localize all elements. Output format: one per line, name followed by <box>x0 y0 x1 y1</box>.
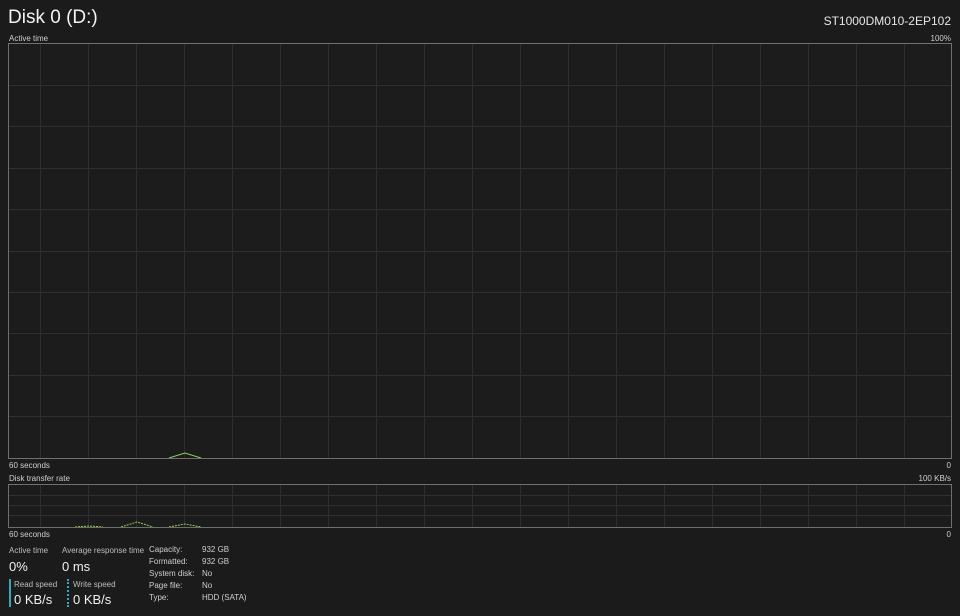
disk-model: ST1000DM010-2EP102 <box>823 14 951 28</box>
transfer-rate-graph-time-label: 60 seconds <box>9 530 50 539</box>
active-time-graph-canvas <box>9 44 951 458</box>
active-time-stat-value: 0% <box>9 559 28 574</box>
read-speed-value: 0 KB/s <box>14 592 53 607</box>
transfer-rate-graph-max: 100 KB/s <box>918 474 951 483</box>
capacity-value: 932 GB <box>202 545 230 554</box>
active-time-stat-label: Active time <box>9 546 49 555</box>
page-file-label: Page file: <box>149 581 183 590</box>
write-speed-label: Write speed <box>73 580 116 589</box>
formatted-value: 932 GB <box>202 557 230 566</box>
type-label: Type: <box>149 593 169 602</box>
transfer-rate-grid <box>9 485 951 527</box>
avg-response-stat-value: 0 ms <box>62 559 91 574</box>
disk-title: Disk 0 (D:) <box>8 7 98 28</box>
read-speed-indicator <box>9 579 11 607</box>
active-time-grid <box>9 44 951 458</box>
read-speed-label: Read speed <box>14 580 58 589</box>
active-time-graph-time-label: 60 seconds <box>9 461 50 470</box>
active-time-graph-min: 0 <box>946 461 951 470</box>
disk-properties: Capacity: 932 GB Formatted: 932 GB Syste… <box>149 545 247 602</box>
page-file-value: No <box>202 581 213 590</box>
avg-response-stat-label: Average response time <box>62 546 145 555</box>
transfer-rate-graph-label: Disk transfer rate <box>9 474 70 483</box>
transfer-rate-graph-canvas <box>9 485 951 527</box>
active-time-graph-max: 100% <box>930 34 951 43</box>
transfer-rate-graph-min: 0 <box>946 530 951 539</box>
formatted-label: Formatted: <box>149 557 188 566</box>
system-disk-value: No <box>202 569 213 578</box>
active-time-graph-label: Active time <box>9 34 49 43</box>
active-time-graph <box>8 43 952 459</box>
transfer-rate-graph <box>8 484 952 528</box>
system-disk-label: System disk: <box>149 569 195 578</box>
write-speed-value: 0 KB/s <box>73 592 112 607</box>
type-value: HDD (SATA) <box>202 593 247 602</box>
write-speed-indicator <box>67 579 69 607</box>
capacity-label: Capacity: <box>149 545 183 554</box>
